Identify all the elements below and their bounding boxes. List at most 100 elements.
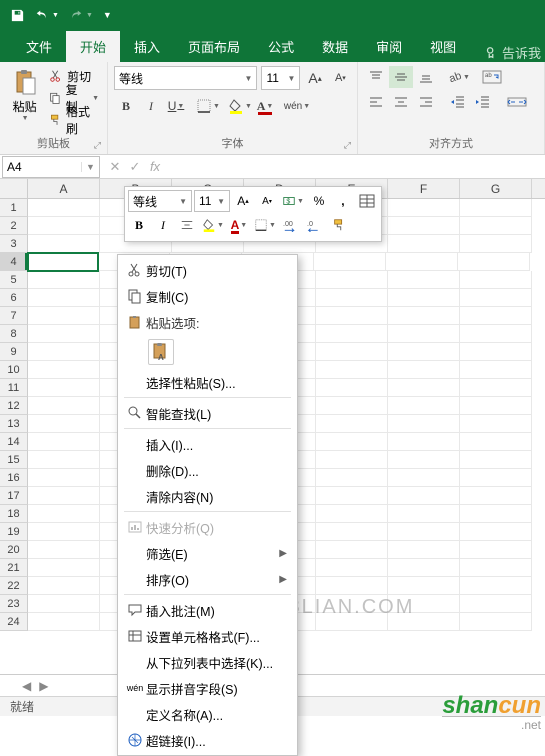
ctx-cut[interactable]: 剪切(T)	[118, 257, 297, 283]
cell[interactable]	[28, 361, 100, 379]
mini-decrease-font-icon[interactable]: A▾	[256, 190, 278, 212]
merge-center-button[interactable]	[505, 91, 529, 113]
cell[interactable]	[460, 199, 532, 217]
row-header[interactable]: 13	[0, 415, 28, 433]
tab-review[interactable]: 审阅	[362, 31, 416, 62]
cell[interactable]	[28, 613, 100, 631]
row-header[interactable]: 8	[0, 325, 28, 343]
cell[interactable]	[388, 451, 460, 469]
ctx-show-pinyin[interactable]: wén显示拼音字段(S)	[118, 675, 297, 701]
cell[interactable]	[460, 415, 532, 433]
cell[interactable]	[388, 541, 460, 559]
cell[interactable]	[460, 343, 532, 361]
cell[interactable]	[388, 289, 460, 307]
ctx-hyperlink[interactable]: 超链接(I)...	[118, 727, 297, 753]
cell[interactable]	[388, 343, 460, 361]
mini-format-table-icon[interactable]	[356, 190, 378, 212]
ctx-define-name[interactable]: 定义名称(A)...	[118, 701, 297, 727]
save-icon[interactable]	[10, 8, 25, 23]
increase-indent-icon[interactable]	[471, 91, 495, 113]
mini-fill-color-icon[interactable]: ▼	[200, 214, 226, 236]
align-center-icon[interactable]	[389, 91, 413, 113]
cell[interactable]	[460, 487, 532, 505]
ctx-sort[interactable]: 排序(O)▶	[118, 566, 297, 592]
cell[interactable]	[316, 361, 388, 379]
cell[interactable]	[460, 289, 532, 307]
cell[interactable]	[388, 361, 460, 379]
cell[interactable]	[460, 361, 532, 379]
cell[interactable]	[386, 253, 458, 271]
cell[interactable]	[316, 307, 388, 325]
row-header[interactable]: 15	[0, 451, 28, 469]
cell[interactable]	[316, 613, 388, 631]
row-header[interactable]: 7	[0, 307, 28, 325]
underline-button[interactable]: U▼	[164, 94, 188, 118]
mini-font-color-icon[interactable]: A▼	[228, 214, 250, 236]
cell[interactable]	[28, 433, 100, 451]
name-box-dropdown-icon[interactable]: ▼	[81, 162, 99, 172]
decrease-font-icon[interactable]: A▾	[330, 67, 351, 89]
cell[interactable]	[388, 523, 460, 541]
cell[interactable]	[388, 487, 460, 505]
cell[interactable]	[388, 307, 460, 325]
font-color-button[interactable]: A▼	[253, 94, 277, 118]
ctx-copy[interactable]: 复制(C)	[118, 283, 297, 309]
row-header[interactable]: 2	[0, 217, 28, 235]
fill-color-button[interactable]: ▼	[228, 94, 252, 118]
cell[interactable]	[316, 559, 388, 577]
row-header[interactable]: 14	[0, 433, 28, 451]
tell-me[interactable]: 告诉我	[484, 43, 545, 62]
bold-button[interactable]: B	[114, 94, 138, 118]
cell[interactable]	[388, 271, 460, 289]
cell[interactable]	[388, 577, 460, 595]
cell[interactable]	[388, 397, 460, 415]
cell[interactable]	[28, 523, 100, 541]
cell[interactable]	[388, 199, 460, 217]
row-header[interactable]: 23	[0, 595, 28, 613]
italic-button[interactable]: I	[139, 94, 163, 118]
cell[interactable]	[28, 505, 100, 523]
cell[interactable]	[388, 505, 460, 523]
cell[interactable]	[460, 613, 532, 631]
column-header[interactable]: A	[28, 179, 100, 198]
cell[interactable]	[460, 379, 532, 397]
cell[interactable]	[28, 451, 100, 469]
align-bottom-icon[interactable]	[414, 66, 438, 88]
decrease-indent-icon[interactable]	[446, 91, 470, 113]
mini-align-center-icon[interactable]	[176, 214, 198, 236]
mini-font-name[interactable]: 等线▼	[128, 190, 192, 212]
cell[interactable]	[316, 577, 388, 595]
cell[interactable]	[28, 217, 100, 235]
row-header[interactable]: 3	[0, 235, 28, 253]
cell[interactable]	[316, 397, 388, 415]
name-box-input[interactable]	[3, 160, 81, 174]
paste-button[interactable]: 粘贴 ▼	[6, 66, 43, 130]
mini-comma-icon[interactable]: ,	[332, 190, 354, 212]
cell[interactable]	[460, 505, 532, 523]
font-name-select[interactable]: 等线▼	[114, 66, 257, 90]
mini-increase-font-icon[interactable]: A▴	[232, 190, 254, 212]
row-header[interactable]: 21	[0, 559, 28, 577]
name-box[interactable]: ▼	[2, 156, 100, 178]
cell[interactable]	[28, 343, 100, 361]
ctx-dropdown-list[interactable]: 从下拉列表中选择(K)...	[118, 649, 297, 675]
cell[interactable]	[316, 469, 388, 487]
cell[interactable]	[388, 325, 460, 343]
row-header[interactable]: 12	[0, 397, 28, 415]
ctx-insert-comment[interactable]: 插入批注(M)	[118, 597, 297, 623]
cell[interactable]	[460, 235, 532, 253]
cell[interactable]	[460, 271, 532, 289]
cell[interactable]	[460, 541, 532, 559]
fx-icon[interactable]: fx	[146, 159, 164, 175]
redo-button[interactable]: ▼	[69, 8, 93, 22]
row-header[interactable]: 6	[0, 289, 28, 307]
cell[interactable]	[316, 343, 388, 361]
cell[interactable]	[316, 325, 388, 343]
align-left-icon[interactable]	[364, 91, 388, 113]
cell[interactable]	[388, 217, 460, 235]
cell[interactable]	[28, 595, 100, 613]
cell[interactable]	[460, 397, 532, 415]
row-header[interactable]: 5	[0, 271, 28, 289]
cell[interactable]	[458, 253, 530, 271]
wrap-text-button[interactable]: ab	[480, 66, 504, 88]
